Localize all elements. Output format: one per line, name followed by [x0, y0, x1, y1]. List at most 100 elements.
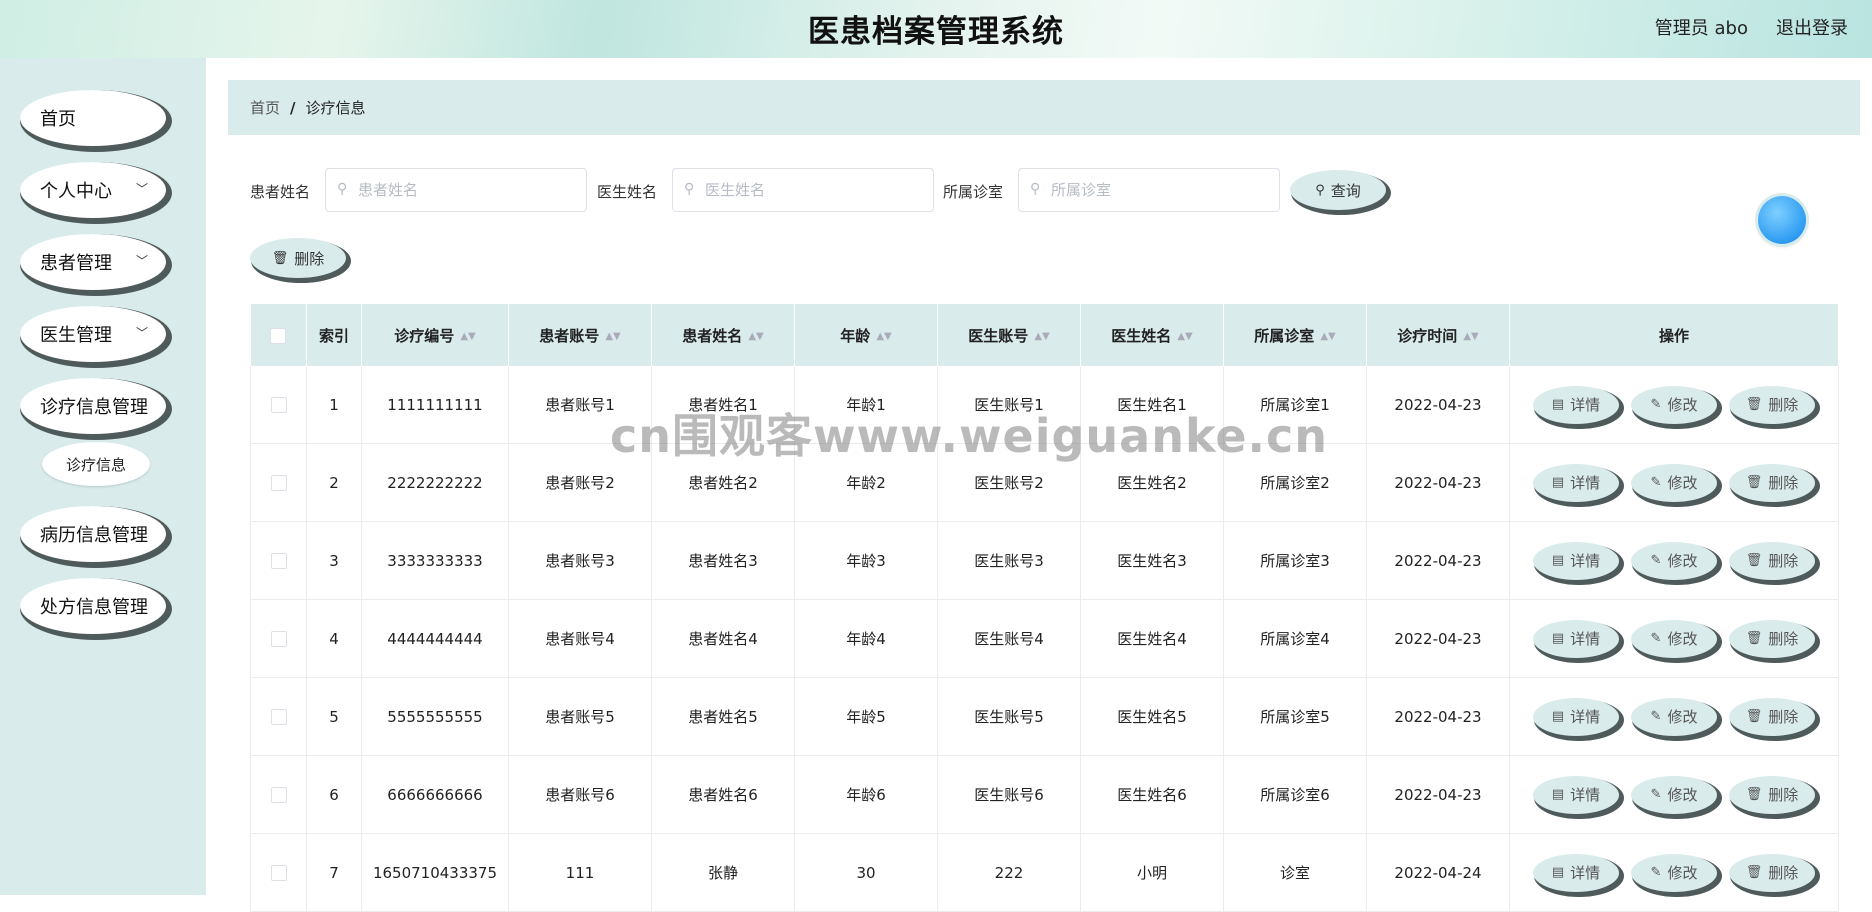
breadcrumb-home[interactable]: 首页	[250, 97, 280, 118]
trash-icon: 🗑	[1745, 865, 1763, 880]
sidebar-item-patient-management[interactable]: 患者管理 ﹀	[20, 234, 166, 290]
sidebar-item-medical-record-management[interactable]: 病历信息管理	[20, 506, 166, 562]
table-row: 4 4444444444 患者账号4 患者姓名4 年龄4 医生账号4 医生姓名4 所属诊室4 2…	[250, 599, 1839, 678]
row-actions: ▤ 详情 ✎ 修改 🗑 删除	[1509, 521, 1839, 600]
header-label: 医生账号	[968, 326, 1029, 345]
detail-button[interactable]: ▤ 详情	[1533, 541, 1619, 580]
diagnosis-table: 索引 诊疗编号 ▲▼ 患者账号 ▲▼ 患者姓名 ▲▼ 年龄 ▲▼ 医生账号 ▲▼ 医生姓名…	[250, 304, 1839, 912]
sidebar-item-prescription-management[interactable]: 处方信息管理	[20, 578, 166, 634]
sidebar-item-doctor-management[interactable]: 医生管理 ﹀	[20, 306, 166, 362]
cell-patient-account: 患者账号3	[508, 521, 652, 600]
cell-index: 6	[306, 755, 362, 834]
sort-icon[interactable]: ▲▼	[1034, 331, 1049, 342]
search-icon: ⚲	[1030, 181, 1041, 197]
edit-button[interactable]: ✎ 修改	[1631, 775, 1717, 814]
sidebar-item-home[interactable]: 首页	[20, 90, 166, 146]
edit-button[interactable]: ✎ 修改	[1631, 541, 1717, 580]
header-patient-name[interactable]: 患者姓名 ▲▼	[651, 304, 795, 366]
table-row: 2 2222222222 患者账号2 患者姓名2 年龄2 医生账号2 医生姓名2 所属诊室2 2…	[250, 443, 1839, 522]
pencil-icon: ✎	[1650, 553, 1662, 568]
delete-button[interactable]: 🗑 删除	[1729, 775, 1815, 814]
detail-button[interactable]: ▤ 详情	[1533, 385, 1619, 424]
header-diagnosis-no[interactable]: 诊疗编号 ▲▼	[361, 304, 509, 366]
cell-diagnosis-time: 2022-04-23	[1366, 443, 1510, 522]
edit-button[interactable]: ✎ 修改	[1631, 697, 1717, 736]
delete-button-label: 删除	[1768, 708, 1799, 726]
header-diagnosis-time[interactable]: 诊疗时间 ▲▼	[1366, 304, 1510, 366]
sidebar: 首页 个人中心 ﹀ 患者管理 ﹀ 医生管理 ﹀ 诊疗信息管理 诊疗信息 病历信息…	[0, 58, 206, 895]
sidebar-item-label: 首页	[40, 109, 76, 130]
sort-icon[interactable]: ▲▼	[1320, 331, 1335, 342]
sort-icon[interactable]: ▲▼	[605, 331, 620, 342]
app-title: 医患档案管理系统	[808, 14, 1064, 50]
sort-icon[interactable]: ▲▼	[748, 331, 763, 342]
row-checkbox[interactable]	[250, 755, 307, 834]
detail-button-label: 详情	[1570, 864, 1601, 882]
delete-button-label: 删除	[1768, 630, 1799, 648]
logout-button[interactable]: 退出登录	[1776, 14, 1848, 40]
edit-button[interactable]: ✎ 修改	[1631, 853, 1717, 892]
cell-age: 30	[794, 833, 938, 912]
select-all-checkbox[interactable]	[250, 304, 307, 366]
header-patient-account[interactable]: 患者账号 ▲▼	[508, 304, 652, 366]
query-button-label: 查询	[1330, 181, 1361, 200]
row-checkbox[interactable]	[250, 599, 307, 678]
cell-doctor-account: 医生账号6	[937, 755, 1081, 834]
patient-name-input[interactable]	[325, 168, 587, 212]
sort-icon[interactable]: ▲▼	[460, 331, 475, 342]
edit-button[interactable]: ✎ 修改	[1631, 463, 1717, 502]
header-doctor-account[interactable]: 医生账号 ▲▼	[937, 304, 1081, 366]
row-checkbox[interactable]	[250, 443, 307, 522]
delete-button[interactable]: 🗑 删除	[1729, 853, 1815, 892]
row-checkbox[interactable]	[250, 366, 307, 444]
sidebar-subitem-diagnosis-info[interactable]: 诊疗信息	[42, 442, 150, 486]
pencil-icon: ✎	[1650, 397, 1662, 412]
document-icon: ▤	[1551, 865, 1565, 880]
sort-icon[interactable]: ▲▼	[1463, 331, 1478, 342]
cell-doctor-name: 医生姓名3	[1080, 521, 1224, 600]
cell-patient-account: 111	[508, 833, 652, 912]
header-age[interactable]: 年龄 ▲▼	[794, 304, 938, 366]
patient-name-label: 患者姓名	[250, 183, 311, 201]
detail-button[interactable]: ▤ 详情	[1533, 619, 1619, 658]
trash-icon: 🗑	[1745, 475, 1763, 490]
header-doctor-name[interactable]: 医生姓名 ▲▼	[1080, 304, 1224, 366]
delete-button[interactable]: 🗑 删除	[1729, 541, 1815, 580]
query-button[interactable]: ⚲ 查询	[1290, 170, 1386, 210]
detail-button[interactable]: ▤ 详情	[1533, 463, 1619, 502]
cell-doctor-name: 医生姓名1	[1080, 366, 1224, 444]
header-label: 诊疗时间	[1397, 326, 1458, 345]
cell-index: 5	[306, 677, 362, 756]
delete-button[interactable]: 🗑 删除	[1729, 619, 1815, 658]
bulk-delete-button[interactable]: 🗑 删除	[250, 238, 346, 278]
detail-button[interactable]: ▤ 详情	[1533, 853, 1619, 892]
sort-icon[interactable]: ▲▼	[876, 331, 891, 342]
delete-button-label: 删除	[1768, 552, 1799, 570]
sidebar-item-personal-center[interactable]: 个人中心 ﹀	[20, 162, 166, 218]
detail-button[interactable]: ▤ 详情	[1533, 697, 1619, 736]
cell-age: 年龄6	[794, 755, 938, 834]
clinic-input[interactable]	[1018, 168, 1280, 212]
delete-button[interactable]: 🗑 删除	[1729, 463, 1815, 502]
sidebar-item-diagnosis-management[interactable]: 诊疗信息管理	[20, 378, 166, 434]
cell-doctor-account: 医生账号5	[937, 677, 1081, 756]
detail-button[interactable]: ▤ 详情	[1533, 775, 1619, 814]
cell-clinic: 所属诊室5	[1223, 677, 1367, 756]
header-clinic[interactable]: 所属诊室 ▲▼	[1223, 304, 1367, 366]
sort-icon[interactable]: ▲▼	[1177, 331, 1192, 342]
row-checkbox[interactable]	[250, 677, 307, 756]
edit-button[interactable]: ✎ 修改	[1631, 619, 1717, 658]
row-checkbox[interactable]	[250, 521, 307, 600]
row-checkbox[interactable]	[250, 833, 307, 912]
app-header: 医患档案管理系统 管理员 abo 退出登录	[0, 0, 1872, 58]
delete-button[interactable]: 🗑 删除	[1729, 697, 1815, 736]
cell-index: 2	[306, 443, 362, 522]
delete-button-label: 删除	[1768, 474, 1799, 492]
floating-assistant-icon[interactable]	[1758, 196, 1806, 244]
cell-doctor-name: 医生姓名4	[1080, 599, 1224, 678]
delete-button[interactable]: 🗑 删除	[1729, 385, 1815, 424]
doctor-name-input[interactable]	[672, 168, 934, 212]
edit-button[interactable]: ✎ 修改	[1631, 385, 1717, 424]
detail-button-label: 详情	[1570, 396, 1601, 414]
cell-patient-name: 患者姓名2	[651, 443, 795, 522]
